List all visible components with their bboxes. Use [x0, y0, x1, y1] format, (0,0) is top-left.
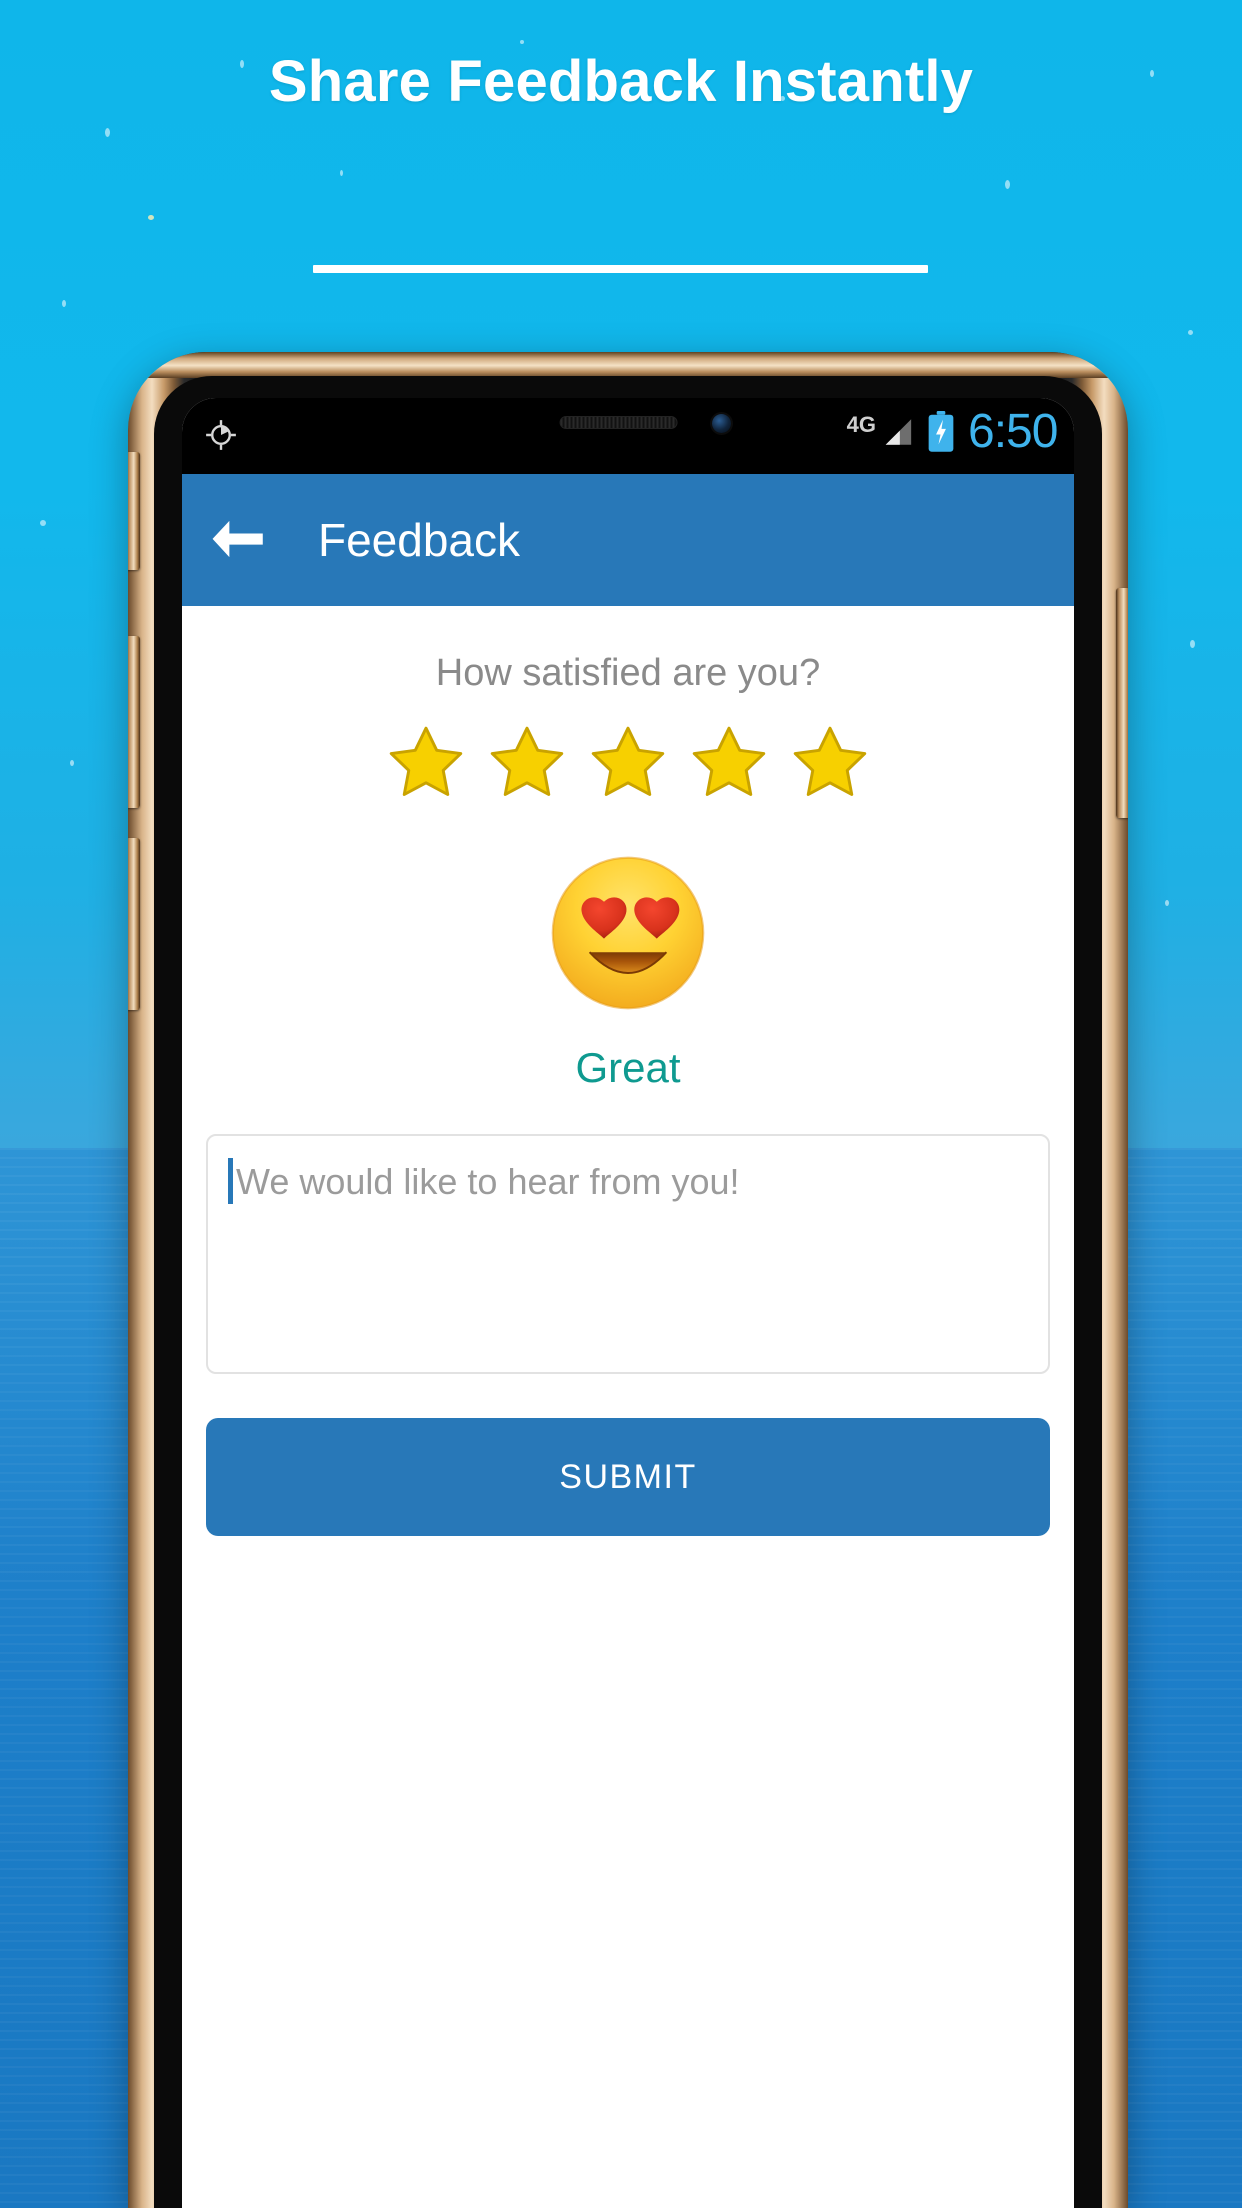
star-icon[interactable] — [690, 723, 768, 801]
front-camera-icon — [712, 414, 731, 433]
star-rating[interactable] — [206, 723, 1050, 801]
phone-top-bezel — [128, 352, 1128, 378]
earpiece-speaker — [559, 416, 678, 429]
star-icon[interactable] — [589, 723, 667, 801]
status-bar: 4G 6:50 — [182, 398, 1074, 474]
satisfaction-question: How satisfied are you? — [435, 652, 821, 694]
text-caret — [228, 1158, 233, 1204]
comment-placeholder: We would like to hear from you! — [236, 1161, 740, 1202]
comment-field[interactable]: We would like to hear from you! — [206, 1134, 1050, 1374]
phone-mockup: 4G 6:50 Feedback How satisfied are you? … — [128, 352, 1128, 2208]
battery-charging-icon — [928, 410, 954, 452]
star-icon[interactable] — [791, 723, 869, 801]
app-bar-title: Feedback — [318, 514, 521, 566]
phone-side-button-power[interactable] — [1116, 588, 1128, 818]
status-bar-clock: 6:50 — [968, 405, 1058, 458]
star-icon[interactable] — [488, 723, 566, 801]
phone-side-button-volume-down[interactable] — [128, 838, 140, 1010]
phone-side-button-silent[interactable] — [128, 452, 140, 570]
status-bar-right-cluster: 4G 6:50 — [847, 404, 1064, 459]
headline-divider — [313, 265, 928, 273]
network-type-label: 4G — [846, 412, 876, 437]
phone-screen: 4G 6:50 Feedback How satisfied are you? … — [182, 398, 1074, 2208]
mood-label: Great — [575, 1044, 681, 1091]
feedback-form: How satisfied are you? Great We would li… — [182, 606, 1074, 2208]
signal-bars-icon — [885, 418, 912, 445]
promo-headline: Share Feedback Instantly — [268, 49, 974, 114]
submit-button[interactable]: SUBMIT — [206, 1418, 1050, 1536]
back-arrow-icon[interactable] — [208, 519, 266, 561]
mood-emoji-wrapper — [206, 853, 1050, 1018]
star-icon[interactable] — [387, 723, 465, 801]
app-bar: Feedback — [182, 474, 1074, 606]
heart-eyes-emoji — [551, 856, 705, 1010]
phone-side-button-volume-up[interactable] — [128, 636, 140, 808]
location-icon — [206, 420, 236, 450]
